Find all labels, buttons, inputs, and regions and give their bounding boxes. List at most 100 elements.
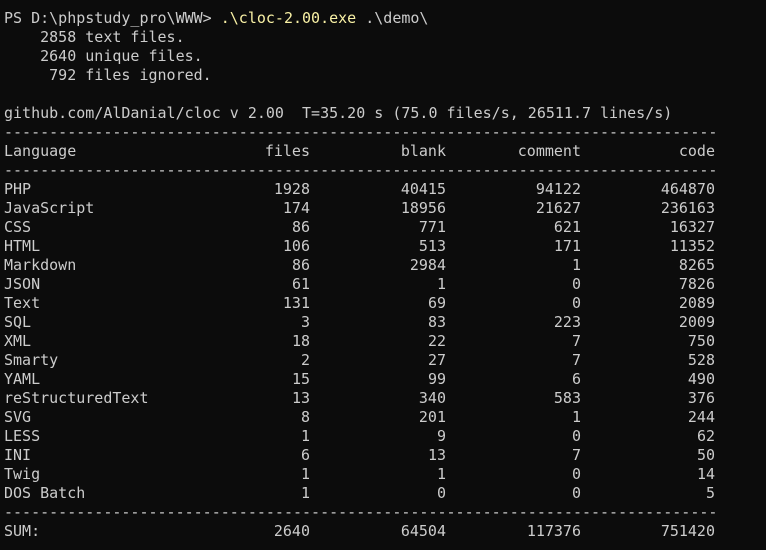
cell-code: 11352 bbox=[669, 237, 715, 255]
cell-code: 244 bbox=[687, 408, 715, 426]
table-row: JSON 61 1 0 7826 bbox=[4, 275, 764, 294]
cell-language: LESS bbox=[4, 427, 41, 445]
cell-blank: 40415 bbox=[400, 180, 446, 198]
cell-files: 18 bbox=[291, 332, 310, 350]
cell-blank: 18956 bbox=[400, 199, 446, 217]
cell-language: JavaScript bbox=[4, 199, 95, 217]
cell-code: 5 bbox=[705, 484, 715, 502]
cell-comment: 21627 bbox=[535, 199, 581, 217]
cell-code: 490 bbox=[687, 370, 715, 388]
table-row: LESS 1 9 0 62 bbox=[4, 427, 764, 446]
prompt-path: PS D:\phpstudy_pro\WWW> bbox=[4, 9, 221, 27]
cell-files: 1928 bbox=[273, 180, 310, 198]
cell-comment: 171 bbox=[553, 237, 581, 255]
table-row: reStructuredText 13 340 583 376 bbox=[4, 389, 764, 408]
cell-code: 464870 bbox=[660, 180, 715, 198]
table-row: SVG 8 201 1 244 bbox=[4, 408, 764, 427]
cell-comment: 7 bbox=[571, 332, 581, 350]
cell-comment: 0 bbox=[571, 465, 581, 483]
cell-files: 106 bbox=[282, 237, 310, 255]
cell-blank: 27 bbox=[427, 351, 446, 369]
cloc-version-line: github.com/AlDanial/cloc v 2.00 T=35.20 … bbox=[4, 104, 673, 122]
cell-code: 62 bbox=[696, 427, 715, 445]
command-argument: .\demo\ bbox=[356, 9, 429, 27]
cell-comment: 223 bbox=[553, 313, 581, 331]
cell-language: Text bbox=[4, 294, 41, 312]
table-row: HTML 106 513 171 11352 bbox=[4, 237, 764, 256]
cell-code: 2009 bbox=[678, 313, 715, 331]
cell-language: DOS Batch bbox=[4, 484, 86, 502]
table-rule-bottom: ----------------------------------------… bbox=[4, 541, 715, 547]
cell-language: SVG bbox=[4, 408, 32, 426]
terminal-output[interactable]: PS D:\phpstudy_pro\WWW> .\cloc-2.00.exe … bbox=[4, 9, 764, 547]
cell-blank: 513 bbox=[418, 237, 446, 255]
cell-comment: 1 bbox=[571, 256, 581, 274]
cell-code: 2089 bbox=[678, 294, 715, 312]
table-rule-sum: ----------------------------------------… bbox=[4, 503, 715, 521]
table-body: PHP 1928 40415 94122 464870 JavaScript 174 189… bbox=[4, 180, 764, 503]
table-rule-top: ----------------------------------------… bbox=[4, 123, 715, 141]
cell-language: CSS bbox=[4, 218, 32, 236]
cell-blank: 9 bbox=[436, 427, 446, 445]
table-row: Text 131 69 0 2089 bbox=[4, 294, 764, 313]
cell-comment: 583 bbox=[553, 389, 581, 407]
cell-blank: 22 bbox=[427, 332, 446, 350]
cell-code: 750 bbox=[687, 332, 715, 350]
table-row: YAML 15 99 6 490 bbox=[4, 370, 764, 389]
table-row: JavaScript 174 18956 21627 236163 bbox=[4, 199, 764, 218]
sum-comment: 117376 bbox=[526, 522, 581, 540]
cell-blank: 0 bbox=[436, 484, 446, 502]
cell-files: 6 bbox=[300, 446, 310, 464]
cell-language: Markdown bbox=[4, 256, 77, 274]
table-sum-row: SUM: 2640 64504 117376 751420 bbox=[4, 522, 764, 541]
cell-blank: 69 bbox=[427, 294, 446, 312]
sum-code: 751420 bbox=[660, 522, 715, 540]
table-row: PHP 1928 40415 94122 464870 bbox=[4, 180, 764, 199]
cell-code: 14 bbox=[696, 465, 715, 483]
cell-comment: 7 bbox=[571, 446, 581, 464]
column-header-code: code bbox=[678, 142, 715, 160]
table-row: Smarty 2 27 7 528 bbox=[4, 351, 764, 370]
table-rule-header: ----------------------------------------… bbox=[4, 161, 715, 179]
command-text: .\cloc-2.00.exe bbox=[220, 9, 357, 27]
cell-files: 86 bbox=[291, 218, 310, 236]
cell-code: 528 bbox=[687, 351, 715, 369]
cell-files: 1 bbox=[300, 484, 310, 502]
cell-blank: 2984 bbox=[409, 256, 446, 274]
sum-blank: 64504 bbox=[400, 522, 446, 540]
cell-comment: 0 bbox=[571, 484, 581, 502]
table-row: SQL 3 83 223 2009 bbox=[4, 313, 764, 332]
cell-files: 174 bbox=[282, 199, 310, 217]
cell-code: 7826 bbox=[678, 275, 715, 293]
cell-code: 376 bbox=[687, 389, 715, 407]
table-row: XML 18 22 7 750 bbox=[4, 332, 764, 351]
cell-language: SQL bbox=[4, 313, 32, 331]
summary-unique-files: 2640 unique files. bbox=[4, 47, 203, 65]
cell-blank: 99 bbox=[427, 370, 446, 388]
cell-code: 16327 bbox=[669, 218, 715, 236]
table-row: INI 6 13 7 50 bbox=[4, 446, 764, 465]
prompt-line: PS D:\phpstudy_pro\WWW> .\cloc-2.00.exe … bbox=[4, 9, 764, 28]
cell-code: 50 bbox=[696, 446, 715, 464]
cell-files: 1 bbox=[300, 465, 310, 483]
cell-files: 131 bbox=[282, 294, 310, 312]
cell-files: 86 bbox=[291, 256, 310, 274]
cell-files: 13 bbox=[291, 389, 310, 407]
cell-comment: 0 bbox=[571, 294, 581, 312]
cell-files: 15 bbox=[291, 370, 310, 388]
cell-language: YAML bbox=[4, 370, 41, 388]
cell-files: 61 bbox=[291, 275, 310, 293]
cell-code: 8265 bbox=[678, 256, 715, 274]
cell-comment: 7 bbox=[571, 351, 581, 369]
sum-label: SUM: bbox=[4, 522, 41, 540]
cell-language: reStructuredText bbox=[4, 389, 149, 407]
cell-blank: 771 bbox=[418, 218, 446, 236]
table-row: Markdown 86 2984 1 8265 bbox=[4, 256, 764, 275]
cell-language: Twig bbox=[4, 465, 41, 483]
column-header-blank: blank bbox=[400, 142, 446, 160]
table-row: Twig 1 1 0 14 bbox=[4, 465, 764, 484]
column-header-comment: comment bbox=[517, 142, 581, 160]
column-header-language: Language bbox=[4, 142, 77, 160]
cell-language: PHP bbox=[4, 180, 32, 198]
